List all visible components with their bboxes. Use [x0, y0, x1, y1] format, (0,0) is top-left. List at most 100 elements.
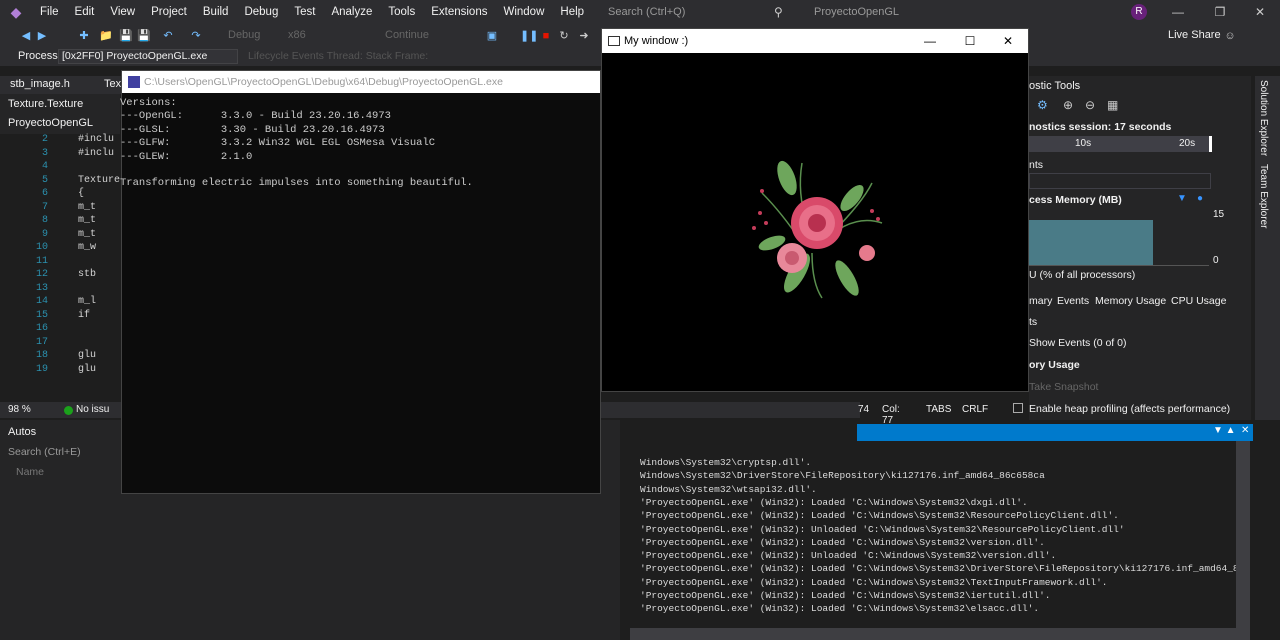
search-input[interactable]: Search (Ctrl+Q): [604, 3, 774, 21]
info-icon[interactable]: ●: [1197, 193, 1203, 204]
close-icon[interactable]: ✕: [988, 31, 1028, 51]
maximize-icon[interactable]: ☐: [950, 31, 990, 51]
diagnostics-session: nostics session: 17 seconds: [1029, 121, 1172, 133]
zoom-in-icon[interactable]: ⊕: [1063, 98, 1073, 112]
pause-icon[interactable]: ❚❚: [520, 28, 538, 44]
save-all-icon[interactable]: 💾: [136, 28, 152, 44]
console-line: Versions:: [120, 97, 177, 109]
visual-studio-logo-icon: ◆: [10, 3, 22, 20]
issues-indicator[interactable]: No issu: [76, 404, 109, 415]
close-output-icon[interactable]: ✕: [1241, 425, 1249, 436]
tab-stb-image[interactable]: stb_image.h: [10, 78, 70, 90]
continue-button[interactable]: Continue: [385, 29, 429, 41]
code-line: stb: [78, 269, 97, 280]
restart-icon[interactable]: ↻: [556, 28, 572, 44]
line-number: 14: [35, 296, 48, 307]
open-folder-icon[interactable]: 📁: [98, 28, 114, 44]
forward-icon[interactable]: ▶: [34, 28, 50, 44]
take-snapshot-button[interactable]: Take Snapshot: [1029, 381, 1098, 393]
back-icon[interactable]: ◀: [18, 28, 34, 44]
opengl-window[interactable]: My window :) — ☐ ✕: [601, 28, 1029, 392]
timeline-cursor[interactable]: [1209, 136, 1212, 152]
code-line: m_t: [78, 215, 97, 226]
output-line: 'ProyectoOpenGL.exe' (Win32): Loaded 'C:…: [640, 536, 1045, 548]
output-window[interactable]: Windows\System32\cryptsp.dll'. Windows\Sy…: [630, 441, 1236, 628]
heap-profiling-checkbox[interactable]: [1013, 403, 1023, 413]
undo-icon[interactable]: ↶: [160, 28, 176, 44]
settings-icon[interactable]: ⚙: [1037, 98, 1048, 112]
menu-build[interactable]: Build: [195, 0, 237, 24]
menu-project[interactable]: Project: [143, 0, 195, 24]
menu-test[interactable]: Test: [286, 0, 323, 24]
events-track: [1029, 173, 1211, 189]
minimize-icon[interactable]: —: [910, 31, 950, 51]
console-window[interactable]: C:\Users\OpenGL\ProyectoOpenGL\Debug\x64…: [120, 70, 601, 494]
line-number: 5: [41, 174, 48, 186]
name-column-header[interactable]: Name: [16, 466, 44, 478]
indentation-indicator[interactable]: TABS: [926, 404, 951, 415]
menu-edit[interactable]: Edit: [67, 0, 103, 24]
solution-configuration-select[interactable]: Debug: [228, 29, 260, 41]
solution-explorer-tab[interactable]: Solution Explorer: [1258, 80, 1269, 156]
search-icon[interactable]: ⚲: [774, 5, 794, 19]
team-explorer-tab[interactable]: Team Explorer: [1258, 164, 1269, 228]
line-number: 17: [35, 336, 48, 348]
menu-tools[interactable]: Tools: [380, 0, 423, 24]
line-ending-indicator[interactable]: CRLF: [962, 404, 988, 415]
scope-dropdown[interactable]: Texture.Texture: [8, 98, 83, 110]
show-next-statement-icon[interactable]: ➜: [576, 28, 592, 44]
line-number-indicator: 74: [858, 404, 870, 415]
menu-debug[interactable]: Debug: [236, 0, 286, 24]
output-line: Windows\System32\DriverStore\FileReposit…: [640, 470, 1045, 482]
events-header: nts: [1029, 159, 1044, 171]
code-line: m_t: [78, 201, 97, 213]
console-titlebar[interactable]: C:\Users\OpenGL\ProyectoOpenGL\Debug\x64…: [122, 71, 600, 93]
save-icon[interactable]: 💾: [118, 28, 134, 44]
show-events-link[interactable]: Show Events (0 of 0): [1029, 337, 1126, 349]
cpu-header: U (% of all processors): [1029, 269, 1136, 281]
pin-icon[interactable]: ▼ ▲: [1213, 425, 1236, 436]
tab-memory-usage[interactable]: Memory Usage: [1095, 295, 1166, 307]
zoom-out-icon[interactable]: ⊖: [1085, 98, 1095, 112]
menu-window[interactable]: Window: [495, 0, 552, 24]
menu-analyze[interactable]: Analyze: [323, 0, 380, 24]
autos-search-input[interactable]: Search (Ctrl+E): [8, 446, 81, 458]
project-dropdown[interactable]: ProyectoOpenGL: [8, 117, 93, 129]
filter-icon[interactable]: ▼: [1177, 193, 1187, 204]
avatar[interactable]: R: [1131, 4, 1147, 20]
code-line: Texture: [78, 174, 121, 186]
tab-cpu-usage[interactable]: CPU Usage: [1171, 295, 1226, 307]
process-select[interactable]: [0x2FF0] ProyectoOpenGL.exe: [58, 49, 238, 64]
live-share-button[interactable]: Live Share: [1168, 29, 1221, 41]
stop-icon[interactable]: ■: [538, 28, 554, 44]
feedback-icon[interactable]: ☺: [1222, 28, 1238, 44]
menu-help[interactable]: Help: [552, 0, 592, 24]
code-line: glu: [78, 363, 97, 375]
reset-view-icon[interactable]: ▦: [1107, 98, 1118, 112]
timeline-tick-20s: 20s: [1179, 138, 1196, 149]
menu-extensions[interactable]: Extensions: [423, 0, 495, 24]
new-project-icon[interactable]: ✚: [76, 28, 92, 44]
console-app-icon: [128, 76, 140, 88]
output-horizontal-scrollbar[interactable]: [630, 628, 1236, 640]
tab-summary[interactable]: mary: [1029, 295, 1052, 307]
redo-icon[interactable]: ↷: [188, 28, 204, 44]
opengl-window-titlebar[interactable]: My window :) — ☐ ✕: [602, 29, 1028, 53]
restore-icon[interactable]: ❐: [1200, 0, 1240, 24]
close-icon[interactable]: ✕: [1240, 0, 1280, 24]
process-memory-header: cess Memory (MB): [1029, 194, 1122, 206]
zoom-level[interactable]: 98 %: [8, 404, 31, 415]
console-line: Transforming electric impulses into some…: [120, 177, 473, 190]
menu-view[interactable]: View: [102, 0, 143, 24]
tab-texture[interactable]: Tex: [104, 78, 121, 90]
tab-events[interactable]: Events: [1057, 295, 1089, 307]
menu-file[interactable]: File: [32, 0, 67, 24]
console-line: ---GLFW: 3.3.2 Win32 WGL EGL OSMesa Visu…: [120, 137, 436, 150]
lifecycle-events-bar: Lifecycle Events Thread: Stack Frame:: [248, 50, 429, 62]
output-line: Windows\System32\wtsapi32.dll'.: [640, 483, 817, 495]
diagnostic-tools-title: ostic Tools: [1029, 80, 1081, 92]
hot-reload-icon[interactable]: ▣: [484, 28, 500, 44]
platform-select[interactable]: x86: [288, 29, 306, 41]
minimize-icon[interactable]: —: [1158, 0, 1198, 24]
output-vertical-scrollbar[interactable]: [1236, 441, 1250, 640]
